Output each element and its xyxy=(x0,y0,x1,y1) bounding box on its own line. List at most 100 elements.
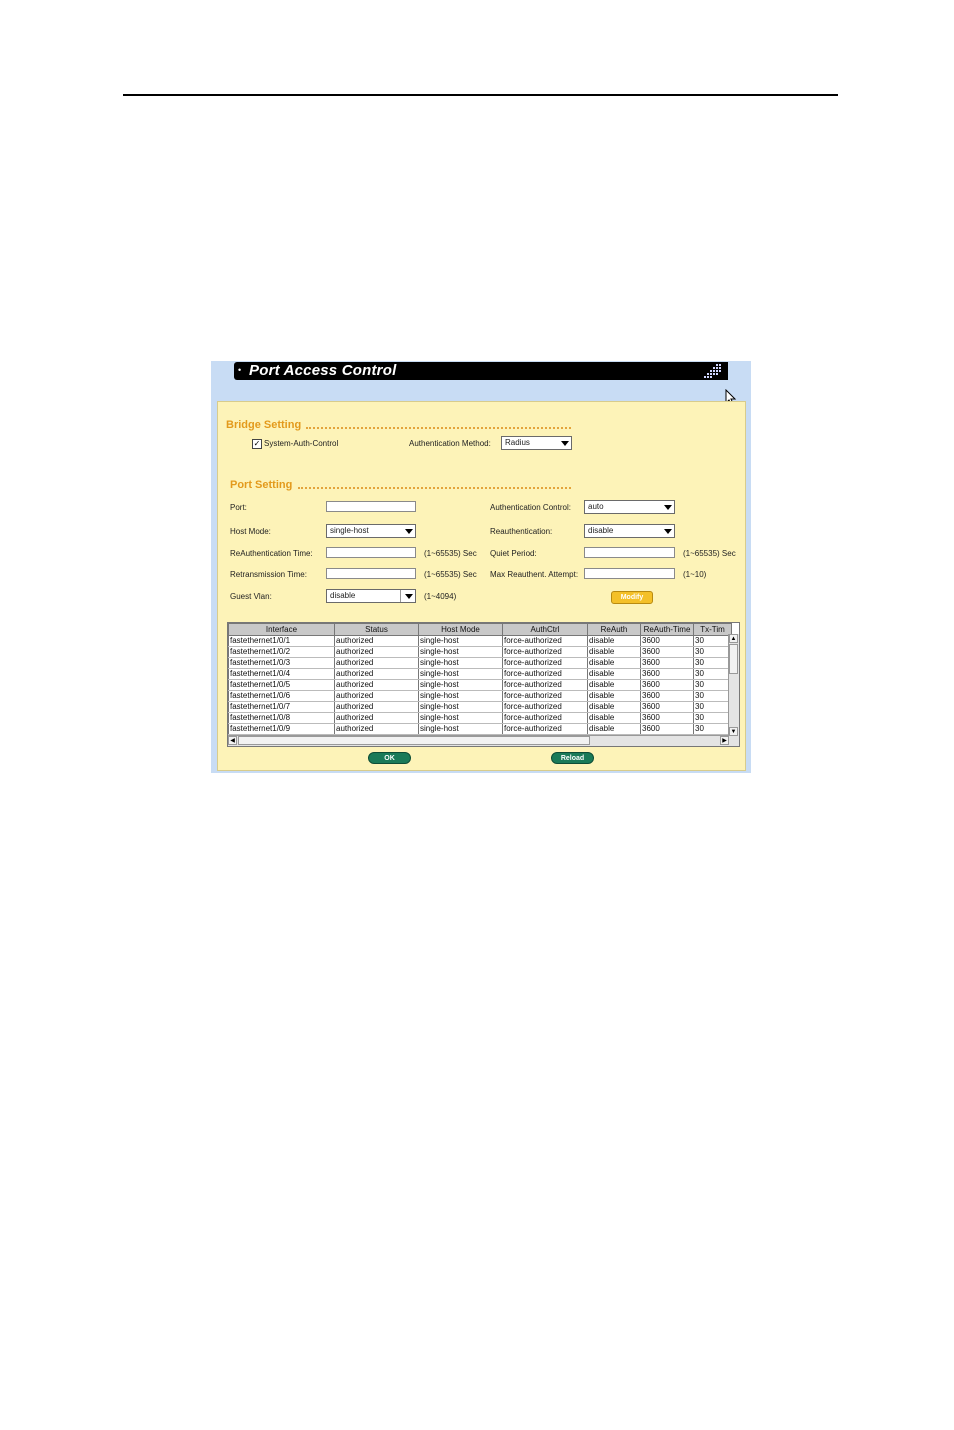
reauthentication-select[interactable]: disable xyxy=(584,524,675,538)
table-cell: disable xyxy=(587,690,641,702)
quiet-period-range: (1~65535) Sec xyxy=(683,549,736,558)
table-row[interactable]: fastethernet1/0/8 authorized single-host… xyxy=(228,712,732,724)
ok-button[interactable]: OK xyxy=(368,752,411,764)
table-cell: disable xyxy=(587,646,641,658)
page-header-rule xyxy=(123,94,838,96)
arrow-left-icon[interactable]: ◀ xyxy=(228,736,237,745)
bridge-setting-title: Bridge Setting xyxy=(226,419,302,431)
table-cell: authorized xyxy=(334,690,419,702)
table-cell: disable xyxy=(587,679,641,691)
guest-vlan-value: disable xyxy=(330,591,356,600)
table-row[interactable]: fastethernet1/0/6 authorized single-host… xyxy=(228,690,732,702)
vertical-scrollbar[interactable]: ▲ ▼ xyxy=(728,634,739,736)
port-table-grid: Interface Status Host Mode AuthCtrl ReAu… xyxy=(228,623,732,735)
guest-vlan-label: Guest Vlan: xyxy=(230,592,272,601)
table-cell: single-host xyxy=(418,701,503,713)
reauthentication-label: Reauthentication: xyxy=(490,527,553,536)
table-cell: single-host xyxy=(418,668,503,680)
vertical-scroll-thumb[interactable] xyxy=(729,644,738,674)
table-row[interactable]: fastethernet1/0/9 authorized single-host… xyxy=(228,723,732,735)
column-header[interactable]: ReAuth-Time xyxy=(640,623,694,636)
table-cell: authorized xyxy=(334,668,419,680)
auth-control-select[interactable]: auto xyxy=(584,500,675,514)
table-cell: single-host xyxy=(418,690,503,702)
horizontal-scrollbar[interactable]: ◀ ▶ xyxy=(228,735,729,746)
table-cell: 30 xyxy=(693,635,732,647)
table-cell: fastethernet1/0/3 xyxy=(228,657,335,669)
chevron-down-icon xyxy=(664,505,672,510)
modify-button[interactable]: Modify xyxy=(611,591,653,604)
table-cell: fastethernet1/0/9 xyxy=(228,723,335,735)
table-row[interactable]: fastethernet1/0/4 authorized single-host… xyxy=(228,668,732,680)
table-cell: authorized xyxy=(334,635,419,647)
table-cell: force-authorized xyxy=(502,679,588,691)
reauth-time-input[interactable] xyxy=(326,547,416,558)
host-mode-value: single-host xyxy=(330,526,369,535)
system-auth-control-label: System-Auth-Control xyxy=(264,439,339,448)
table-cell: force-authorized xyxy=(502,690,588,702)
table-row[interactable]: fastethernet1/0/3 authorized single-host… xyxy=(228,657,732,669)
table-cell: 3600 xyxy=(640,679,694,691)
reauth-time-label: ReAuthentication Time: xyxy=(230,549,313,558)
table-cell: force-authorized xyxy=(502,657,588,669)
brand-logo-icon xyxy=(704,364,721,378)
arrow-down-icon[interactable]: ▼ xyxy=(729,727,738,736)
column-header[interactable]: AuthCtrl xyxy=(502,623,588,636)
table-row[interactable]: fastethernet1/0/5 authorized single-host… xyxy=(228,679,732,691)
port-setting-divider xyxy=(298,487,571,489)
table-cell: single-host xyxy=(418,657,503,669)
table-cell: 3600 xyxy=(640,701,694,713)
table-cell: disable xyxy=(587,635,641,647)
system-auth-control-checkbox[interactable]: ✓ xyxy=(252,439,262,449)
chevron-down-icon xyxy=(664,529,672,534)
table-row[interactable]: fastethernet1/0/2 authorized single-host… xyxy=(228,646,732,658)
auth-control-label: Authentication Control: xyxy=(490,503,571,512)
retrans-time-range: (1~65535) Sec xyxy=(424,570,477,579)
arrow-up-icon[interactable]: ▲ xyxy=(729,634,738,643)
max-reauth-label: Max Reauthent. Attempt: xyxy=(490,570,579,579)
reload-button[interactable]: Reload xyxy=(551,752,594,764)
max-reauth-input[interactable] xyxy=(584,568,675,579)
table-cell: authorized xyxy=(334,712,419,724)
table-cell: force-authorized xyxy=(502,646,588,658)
auth-method-label: Authentication Method: xyxy=(409,439,491,448)
retrans-time-label: Retransmission Time: xyxy=(230,570,307,579)
column-header[interactable]: Status xyxy=(334,623,419,636)
port-setting-title: Port Setting xyxy=(230,479,293,491)
table-cell: force-authorized xyxy=(502,635,588,647)
column-header[interactable]: Host Mode xyxy=(418,623,503,636)
table-row[interactable]: fastethernet1/0/7 authorized single-host… xyxy=(228,701,732,713)
table-cell: disable xyxy=(587,723,641,735)
port-input[interactable] xyxy=(326,501,416,512)
auth-method-select[interactable]: Radius xyxy=(501,436,572,450)
max-reauth-range: (1~10) xyxy=(683,570,707,579)
table-cell: authorized xyxy=(334,646,419,658)
table-cell: disable xyxy=(587,712,641,724)
table-cell: authorized xyxy=(334,679,419,691)
column-header[interactable]: ReAuth xyxy=(587,623,641,636)
table-cell: fastethernet1/0/8 xyxy=(228,712,335,724)
table-cell: single-host xyxy=(418,635,503,647)
column-header[interactable]: Tx-Tim xyxy=(693,623,732,636)
quiet-period-input[interactable] xyxy=(584,547,675,558)
settings-panel: Bridge Setting ✓ System-Auth-Control Aut… xyxy=(217,401,746,771)
table-cell: fastethernet1/0/4 xyxy=(228,668,335,680)
port-table: Interface Status Host Mode AuthCtrl ReAu… xyxy=(227,622,740,747)
reauthentication-value: disable xyxy=(588,526,614,535)
table-cell: 3600 xyxy=(640,712,694,724)
retrans-time-input[interactable] xyxy=(326,568,416,579)
table-cell: disable xyxy=(587,668,641,680)
table-cell: force-authorized xyxy=(502,712,588,724)
bullet-icon: • xyxy=(238,365,242,375)
port-access-control-window: • Port Access Control Bridge Setting ✓ S… xyxy=(211,361,751,773)
table-cell: 3600 xyxy=(640,657,694,669)
table-cell: single-host xyxy=(418,646,503,658)
host-mode-select[interactable]: single-host xyxy=(326,524,416,538)
table-cell: fastethernet1/0/2 xyxy=(228,646,335,658)
table-row[interactable]: fastethernet1/0/1 authorized single-host… xyxy=(228,635,732,647)
arrow-right-icon[interactable]: ▶ xyxy=(720,736,729,745)
column-header[interactable]: Interface xyxy=(228,623,335,636)
title-bar: • Port Access Control xyxy=(234,362,728,380)
guest-vlan-select[interactable]: disable xyxy=(326,589,416,603)
horizontal-scroll-thumb[interactable] xyxy=(238,736,590,745)
